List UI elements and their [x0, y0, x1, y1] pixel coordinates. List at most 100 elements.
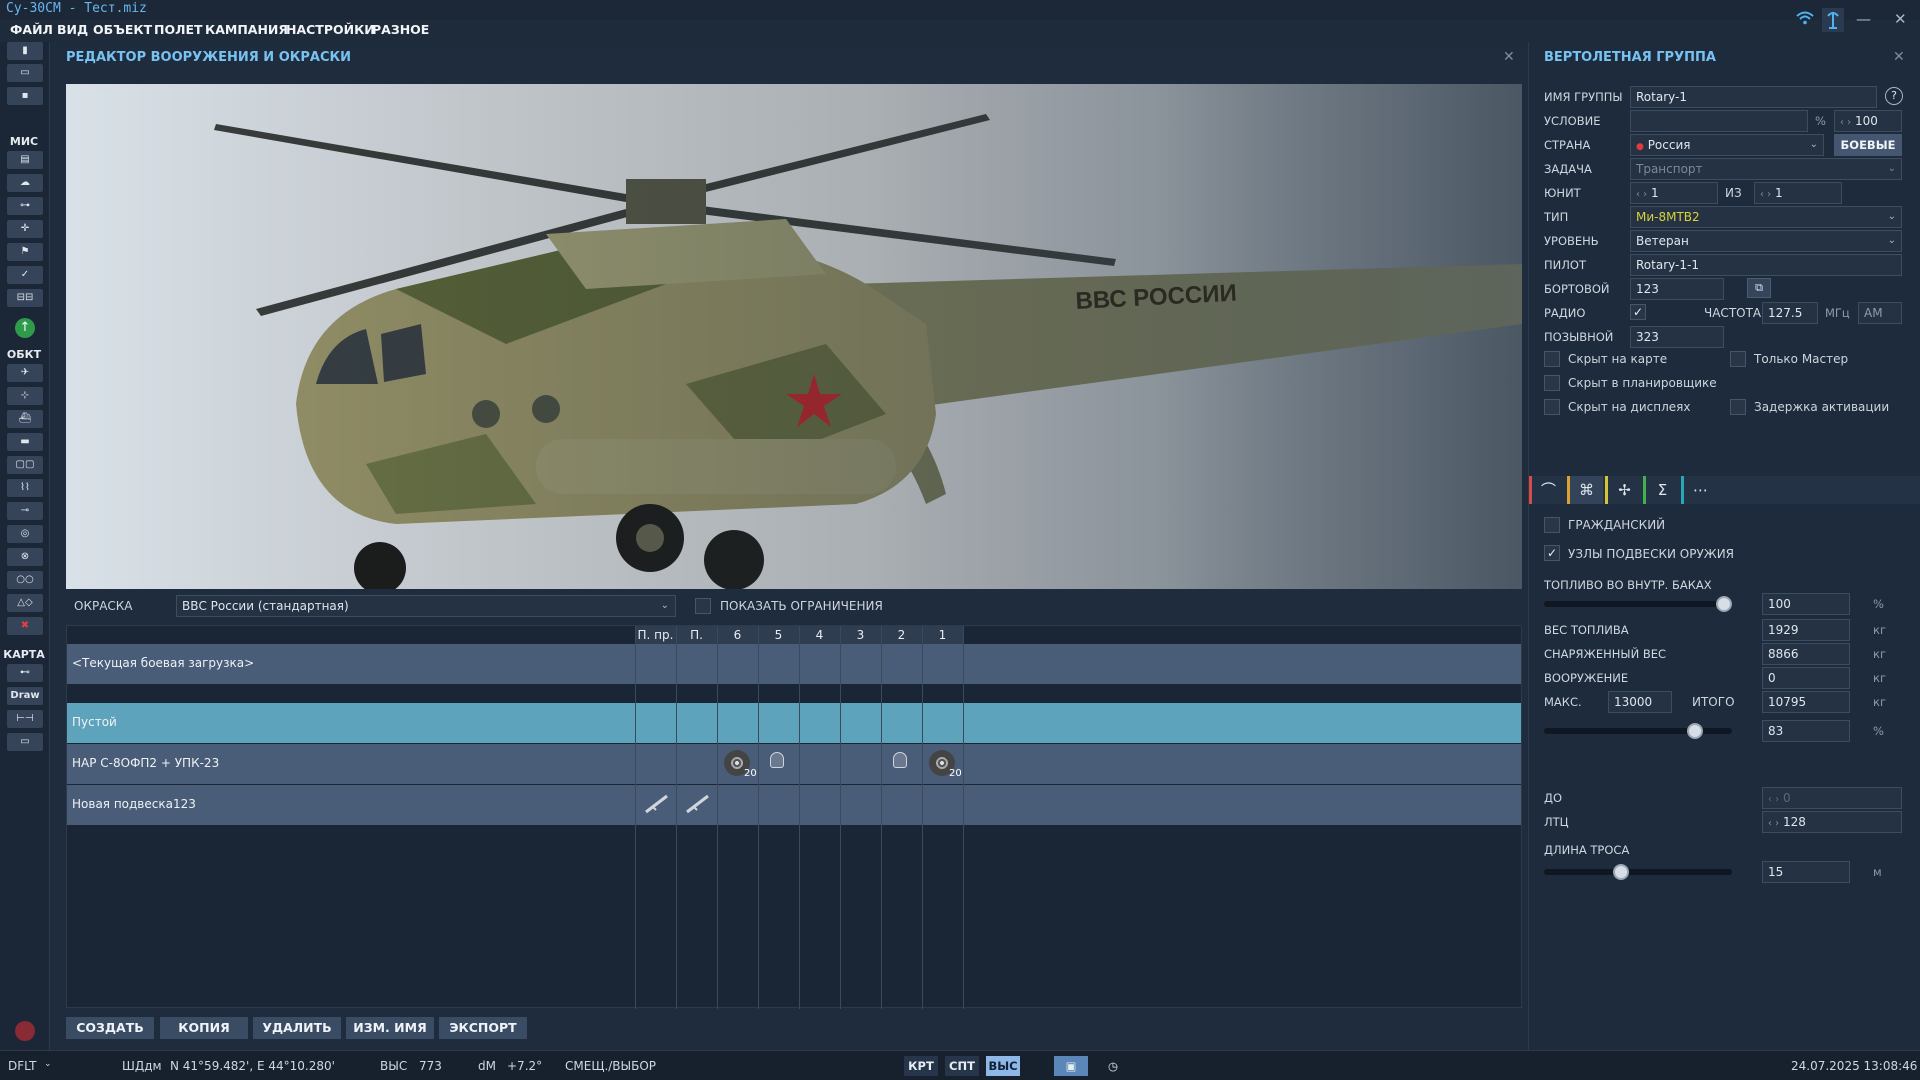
- country-select[interactable]: ● Россия ⌄: [1630, 134, 1824, 156]
- map-layer-icon[interactable]: ▣: [1054, 1056, 1088, 1076]
- menu-settings[interactable]: НАСТРОЙКИ: [286, 22, 375, 37]
- fuel-weight-field[interactable]: 1929: [1762, 619, 1850, 641]
- current-loadout-row[interactable]: <Текущая боевая загрузка>: [67, 644, 1521, 684]
- trigger-icon[interactable]: ⊶: [7, 197, 43, 215]
- combat-button[interactable]: БОЕВЫЕ: [1834, 134, 1902, 156]
- plane-icon[interactable]: ✈: [7, 364, 43, 382]
- pylons-checkbox[interactable]: ✓: [1544, 545, 1560, 561]
- copy-board-icon[interactable]: ⧉: [1747, 278, 1771, 298]
- target-icon[interactable]: ✛: [7, 220, 43, 238]
- only-master-checkbox[interactable]: [1730, 351, 1746, 367]
- copy-button[interactable]: КОПИЯ: [160, 1017, 248, 1039]
- nav-point-icon[interactable]: ⊗: [7, 548, 43, 566]
- train-icon[interactable]: ⌇⌇: [7, 479, 43, 497]
- table-row[interactable]: Пустой: [67, 703, 1521, 743]
- clock-icon[interactable]: ◷: [1100, 1056, 1126, 1076]
- table-row[interactable]: НАР С-8ОФП2 + УПК-23 20 20: [67, 744, 1521, 784]
- unit-stepper[interactable]: ‹ › 1: [1630, 182, 1718, 204]
- freq-field[interactable]: 127.5: [1762, 302, 1818, 324]
- empty-weight-field[interactable]: 8866: [1762, 643, 1850, 665]
- total-weight-field[interactable]: 10795: [1762, 691, 1850, 713]
- type-select[interactable]: Ми-8МТВ2 ⌄: [1630, 206, 1902, 228]
- weather-icon[interactable]: ☁: [7, 174, 43, 192]
- open-folder-icon[interactable]: ▭: [7, 64, 43, 82]
- menu-campaign[interactable]: КАМПАНИЯ: [205, 22, 288, 37]
- task-select[interactable]: Транспорт ⌄: [1630, 158, 1902, 180]
- route-tab-icon[interactable]: ⌒: [1529, 476, 1565, 504]
- fuel-pct-field[interactable]: 100: [1762, 593, 1850, 615]
- radio-checkbox[interactable]: ✓: [1630, 304, 1646, 320]
- profile-select[interactable]: DFLT: [8, 1059, 37, 1073]
- check-icon[interactable]: ✓: [7, 266, 43, 284]
- civil-checkbox[interactable]: [1544, 517, 1560, 533]
- modulation-select[interactable]: AM: [1858, 302, 1902, 324]
- callsign-field[interactable]: 323: [1630, 326, 1724, 348]
- weapons-weight-field[interactable]: 0: [1762, 667, 1850, 689]
- menu-view[interactable]: ВИД: [57, 22, 88, 37]
- offset-select-label[interactable]: СМЕЩ./ВЫБОР: [565, 1059, 656, 1073]
- load-pct-field[interactable]: 83: [1762, 720, 1850, 742]
- rope-slider-knob[interactable]: [1612, 864, 1629, 880]
- hidden-displays-checkbox[interactable]: [1544, 399, 1560, 415]
- do-stepper[interactable]: ‹ › 0: [1762, 787, 1902, 809]
- radar-icon[interactable]: ◎: [7, 525, 43, 543]
- briefing-icon[interactable]: ▤: [7, 151, 43, 169]
- late-activation-checkbox[interactable]: [1730, 399, 1746, 415]
- fuel-slider[interactable]: [1544, 601, 1732, 607]
- ltc-stepper[interactable]: ‹ › 128: [1762, 811, 1902, 833]
- coord-format-label[interactable]: ШДдм: [122, 1059, 162, 1073]
- menu-object[interactable]: ОБЪЕКТ: [93, 22, 152, 37]
- hidden-planner-checkbox[interactable]: [1544, 375, 1560, 391]
- rename-button[interactable]: ИЗМ. ИМЯ: [346, 1017, 434, 1039]
- record-icon[interactable]: [15, 1021, 35, 1041]
- skin-select[interactable]: ВВС России (стандартная) ⌄: [176, 595, 676, 617]
- helicopter-icon[interactable]: ⊹: [7, 387, 43, 405]
- level-select[interactable]: Ветеран ⌄: [1630, 230, 1902, 252]
- formation-icon[interactable]: ○○: [7, 571, 43, 589]
- shapes-icon[interactable]: △◇: [7, 594, 43, 612]
- ship-icon[interactable]: ⛴: [7, 410, 43, 428]
- static-icon[interactable]: ▢▢: [7, 456, 43, 474]
- load-slider-knob[interactable]: [1686, 723, 1703, 739]
- spt-button[interactable]: СПТ: [945, 1056, 979, 1076]
- resources-icon[interactable]: ⊟⊟: [7, 289, 43, 307]
- condition-field[interactable]: [1630, 110, 1808, 132]
- export-button[interactable]: ЭКСПОРТ: [439, 1017, 527, 1039]
- summary-tab-icon[interactable]: Σ: [1643, 476, 1679, 504]
- rope-slider[interactable]: [1544, 869, 1732, 875]
- map-frame-icon[interactable]: ▭: [7, 733, 43, 751]
- krt-button[interactable]: КРТ: [904, 1056, 938, 1076]
- vys-button[interactable]: ВЫС: [986, 1056, 1020, 1076]
- group-name-field[interactable]: Rotary-1: [1630, 86, 1877, 108]
- vehicle-icon[interactable]: ▬: [7, 433, 43, 451]
- key-icon[interactable]: ⊷: [7, 664, 43, 682]
- more-tab-icon[interactable]: ⋯: [1681, 476, 1717, 504]
- hidden-map-checkbox[interactable]: [1544, 351, 1560, 367]
- table-row[interactable]: Новая подвеска123: [67, 785, 1521, 825]
- unit-total-stepper[interactable]: ‹ › 1: [1754, 182, 1842, 204]
- pilot-field[interactable]: Rotary-1-1: [1630, 254, 1902, 276]
- menu-flight[interactable]: ПОЛЕТ: [154, 22, 203, 37]
- menu-misc[interactable]: РАЗНОЕ: [372, 22, 429, 37]
- condition-stepper[interactable]: ‹ › 100: [1834, 110, 1902, 132]
- group-close-icon[interactable]: ✕: [1893, 49, 1905, 65]
- create-button[interactable]: СОЗДАТЬ: [66, 1017, 154, 1039]
- max-weight-field[interactable]: 13000: [1608, 691, 1672, 713]
- draw-button[interactable]: Draw: [7, 687, 43, 705]
- new-mission-icon[interactable]: ▮: [7, 42, 43, 60]
- load-slider[interactable]: [1544, 728, 1732, 734]
- delete-icon[interactable]: ✖: [7, 617, 43, 635]
- help-icon[interactable]: ?: [1885, 87, 1903, 105]
- rope-field[interactable]: 15: [1762, 861, 1850, 883]
- aircraft-preview[interactable]: ВВС РОССИИ: [66, 84, 1522, 589]
- zone-icon[interactable]: ⊸: [7, 502, 43, 520]
- board-field[interactable]: 123: [1630, 278, 1724, 300]
- show-limits-checkbox[interactable]: [695, 598, 711, 614]
- fuel-slider-knob[interactable]: [1716, 596, 1732, 612]
- triggers-tab-icon[interactable]: ✢: [1605, 476, 1641, 504]
- flag-icon[interactable]: ⚑: [7, 243, 43, 261]
- editor-close-icon[interactable]: ✕: [1503, 49, 1515, 65]
- upload-icon[interactable]: ↑: [15, 318, 35, 338]
- save-icon[interactable]: ▪: [7, 87, 43, 105]
- delete-button[interactable]: УДАЛИТЬ: [253, 1017, 341, 1039]
